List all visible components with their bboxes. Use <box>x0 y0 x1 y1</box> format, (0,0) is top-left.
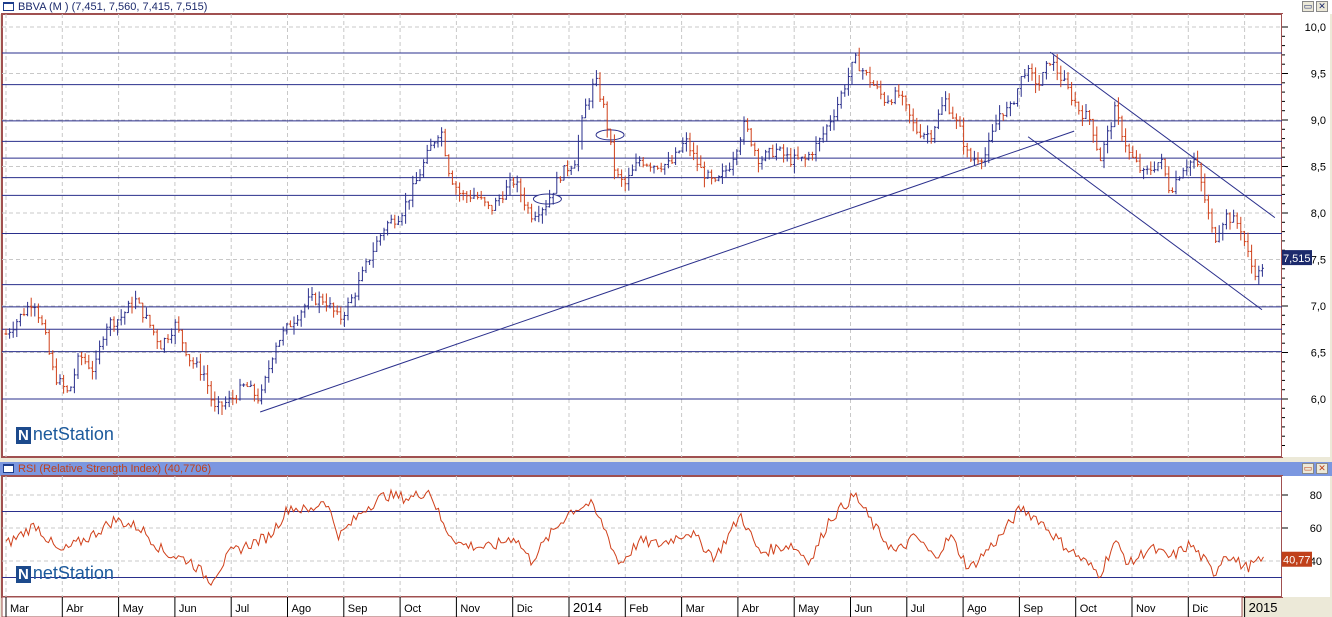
x-tick-label: Jul <box>911 603 925 615</box>
x-tick-label: Oct <box>1080 603 1097 615</box>
last-rsi-label: 40,77 <box>1283 555 1311 567</box>
x-tick-label: Abr <box>742 603 759 615</box>
x-tick-label: 2015 <box>1249 600 1278 615</box>
rsi-tick-label: 60 <box>1310 523 1322 535</box>
x-tick-label: Mar <box>10 603 29 615</box>
x-tick-label: Ago <box>292 603 312 615</box>
ellipse-annotation <box>595 129 625 141</box>
x-tick-label: Nov <box>1136 603 1156 615</box>
last-price-label: 7,515 <box>1283 253 1311 265</box>
rsi-tick-label: 80 <box>1310 490 1322 502</box>
x-tick-label: May <box>798 603 819 615</box>
x-tick-label: Jun <box>855 603 873 615</box>
x-tick-label: Jun <box>179 603 197 615</box>
x-tick-label: Nov <box>460 603 480 615</box>
y-tick-label: 9,5 <box>1311 69 1326 81</box>
ellipse-annotation <box>532 193 562 205</box>
y-tick-label: 8,0 <box>1311 208 1326 220</box>
x-tick-label: Dic <box>517 603 533 615</box>
x-tick-label: Sep <box>348 603 368 615</box>
y-tick-label: 8,5 <box>1311 162 1326 174</box>
netstation-logo: NnetStation <box>16 424 114 444</box>
y-tick-label: 6,5 <box>1311 348 1326 360</box>
y-tick-label: 7,5 <box>1311 255 1326 267</box>
y-tick-label: 7,0 <box>1311 301 1326 313</box>
rsi-plot-area <box>1 475 1283 598</box>
netstation-logo-rsi: NnetStation <box>16 563 114 583</box>
x-tick-label: Jul <box>235 603 249 615</box>
y-tick-label: 9,0 <box>1311 115 1326 127</box>
y-tick-label: 10,0 <box>1305 22 1326 34</box>
x-tick-label: Abr <box>66 603 83 615</box>
x-tick-label: Sep <box>1023 603 1043 615</box>
rsi-axis-area <box>1282 476 1330 597</box>
y-tick-label: 6,0 <box>1311 394 1326 406</box>
x-tick-label: Oct <box>404 603 421 615</box>
x-tick-label: May <box>123 603 144 615</box>
x-tick-label: Feb <box>629 603 648 615</box>
x-tick-label: 2014 <box>573 600 602 615</box>
x-tick-label: Dic <box>1192 603 1208 615</box>
price-and-rsi-chart[interactable]: Mar Abr May Jun Jul Ago Sep Oct Nov Dic 2014 Feb Mar… <box>0 0 1332 617</box>
x-tick-label: Ago <box>967 603 987 615</box>
x-tick-label: Mar <box>686 603 705 615</box>
price-plot-area <box>1 13 1283 458</box>
